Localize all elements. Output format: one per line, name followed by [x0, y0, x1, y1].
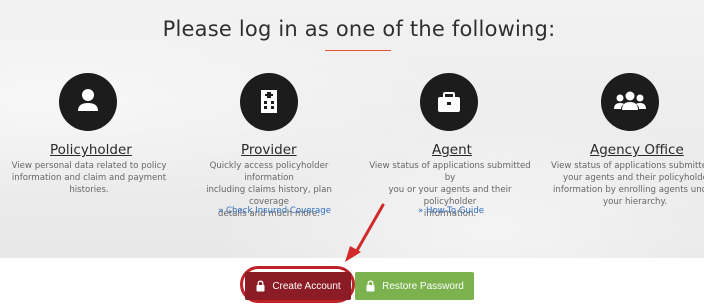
- create-account-label: Create Account: [272, 280, 341, 292]
- restore-password-label: Restore Password: [382, 280, 464, 292]
- annotation-arrow: [345, 203, 385, 262]
- restore-password-button[interactable]: Restore Password: [355, 272, 474, 300]
- lock-icon: [256, 280, 265, 292]
- create-account-button[interactable]: Create Account: [245, 272, 351, 300]
- lock-icon: [366, 280, 375, 292]
